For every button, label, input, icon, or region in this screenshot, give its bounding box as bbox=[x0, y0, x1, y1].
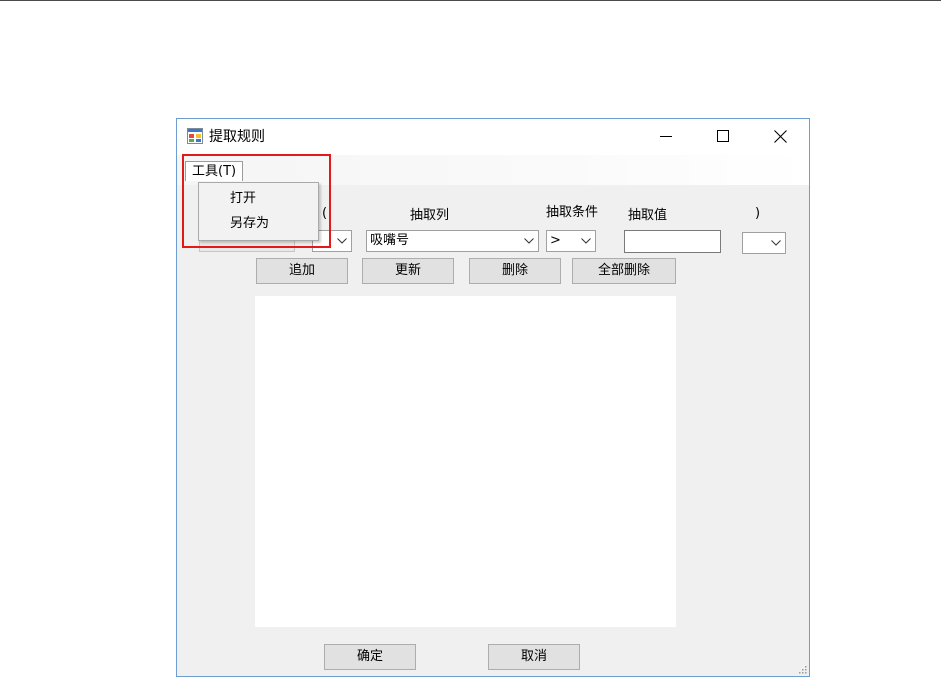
menu-bar: 工具(T) bbox=[177, 155, 809, 185]
cancel-button[interactable]: 取消 bbox=[488, 644, 580, 670]
minimize-button[interactable] bbox=[643, 119, 689, 153]
chevron-down-icon bbox=[524, 231, 534, 251]
close-button[interactable] bbox=[757, 119, 803, 153]
menu-item-open[interactable]: 打开 bbox=[230, 190, 256, 208]
extract-value-input[interactable] bbox=[624, 230, 721, 253]
close-paren-select[interactable] bbox=[742, 232, 786, 254]
header-open-paren: ( bbox=[322, 206, 328, 221]
menu-tools[interactable]: 工具(T) bbox=[185, 161, 244, 181]
header-close-paren: ) bbox=[755, 206, 761, 221]
delete-button[interactable]: 删除 bbox=[469, 258, 561, 284]
chevron-down-icon bbox=[771, 233, 781, 253]
delete-all-button[interactable]: 全部删除 bbox=[572, 258, 676, 284]
maximize-icon bbox=[717, 130, 729, 142]
maximize-button[interactable] bbox=[700, 119, 746, 153]
menu-item-save-as[interactable]: 另存为 bbox=[230, 215, 269, 233]
page-top-rule bbox=[0, 0, 941, 1]
extract-column-select[interactable]: 吸嘴号 bbox=[366, 230, 539, 252]
form-window-icon bbox=[187, 128, 203, 144]
close-icon bbox=[773, 129, 787, 143]
resize-grip-icon[interactable] bbox=[797, 664, 807, 674]
rules-list[interactable] bbox=[255, 296, 676, 627]
tools-dropdown-menu: 打开 另存为 bbox=[198, 182, 319, 241]
ok-button[interactable]: 确定 bbox=[324, 644, 416, 670]
chevron-down-icon bbox=[337, 231, 347, 251]
chevron-down-icon bbox=[581, 231, 591, 251]
title-bar[interactable]: 提取规则 bbox=[177, 119, 809, 155]
minimize-icon bbox=[660, 136, 672, 137]
header-extract-value: 抽取值 bbox=[628, 208, 668, 223]
extract-condition-select[interactable]: > bbox=[546, 230, 596, 252]
extract-condition-value: > bbox=[550, 233, 561, 248]
header-extract-condition: 抽取条件 bbox=[546, 205, 599, 220]
add-button[interactable]: 追加 bbox=[256, 258, 348, 284]
extract-column-value: 吸嘴号 bbox=[370, 233, 410, 248]
extract-rules-window: 提取规则 工具(T) ( 抽取列 抽取条件 抽取值 ) 吸嘴号 > 追加 更新 … bbox=[176, 118, 810, 677]
update-button[interactable]: 更新 bbox=[362, 258, 454, 284]
window-title: 提取规则 bbox=[209, 129, 265, 145]
header-extract-column: 抽取列 bbox=[410, 208, 450, 223]
